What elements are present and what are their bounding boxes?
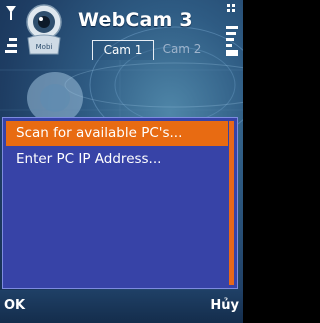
tab-cam-2[interactable]: Cam 2 bbox=[156, 40, 208, 59]
menu-item-scan-pcs[interactable]: Scan for available PC's... bbox=[6, 121, 228, 146]
battery-icon bbox=[226, 4, 238, 56]
signal-strength-icon bbox=[5, 6, 17, 53]
menu-scrollbar[interactable] bbox=[229, 121, 234, 285]
options-menu: Scan for available PC's... Enter PC IP A… bbox=[2, 117, 238, 289]
softkey-bar: OK Hủy bbox=[0, 290, 243, 323]
menu-item-enter-ip[interactable]: Enter PC IP Address... bbox=[6, 147, 228, 172]
svg-text:Mobi: Mobi bbox=[36, 43, 53, 51]
cancel-softkey[interactable]: Hủy bbox=[210, 298, 239, 313]
header: Mobi WebCam 3 Cam 1 Cam 2 bbox=[0, 0, 243, 60]
phone-screen: Mobi WebCam 3 Cam 1 Cam 2 Scan for avail… bbox=[0, 0, 243, 323]
tab-cam-1[interactable]: Cam 1 bbox=[92, 40, 154, 60]
app-title: WebCam 3 bbox=[78, 9, 193, 31]
ok-softkey[interactable]: OK bbox=[4, 298, 25, 313]
webcam-mascot-icon: Mobi bbox=[26, 4, 62, 55]
